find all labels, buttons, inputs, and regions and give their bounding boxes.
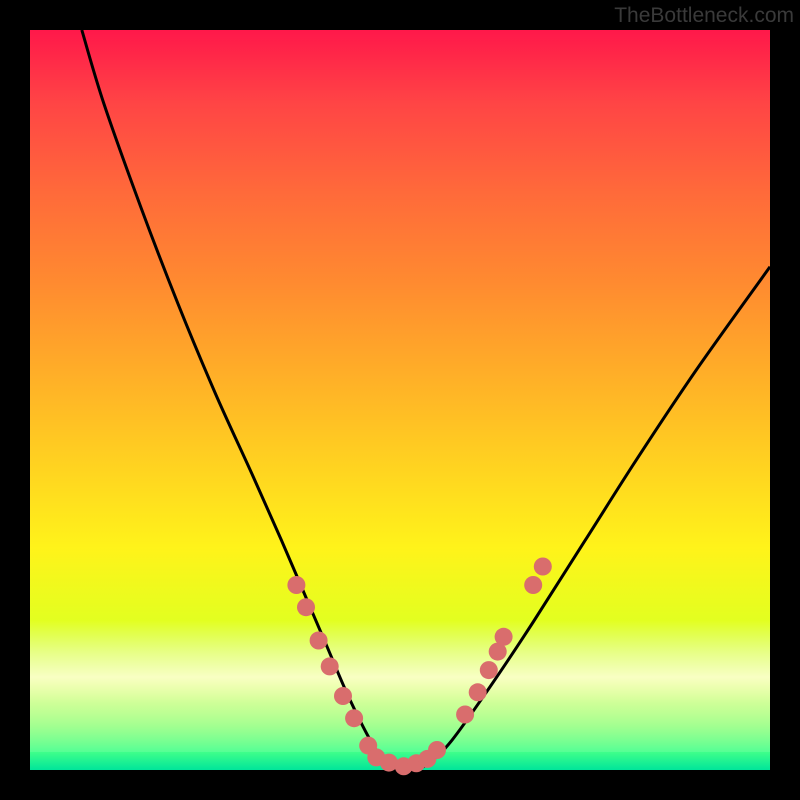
sample-dots [287, 558, 551, 776]
sample-dot [321, 657, 339, 675]
sample-dot [287, 576, 305, 594]
plot-area [30, 30, 770, 770]
sample-dot [534, 558, 552, 576]
sample-dot [495, 628, 513, 646]
sample-dot [469, 683, 487, 701]
sample-dot [524, 576, 542, 594]
sample-dot [334, 687, 352, 705]
sample-dot [456, 706, 474, 724]
sample-dot [428, 741, 446, 759]
sample-dot [345, 709, 363, 727]
chart-canvas: TheBottleneck.com [0, 0, 800, 800]
chart-svg [30, 30, 770, 770]
watermark-label: TheBottleneck.com [614, 4, 794, 28]
sample-dot [297, 598, 315, 616]
sample-dot [310, 632, 328, 650]
sample-dot [480, 661, 498, 679]
bottleneck-curve [82, 30, 770, 771]
